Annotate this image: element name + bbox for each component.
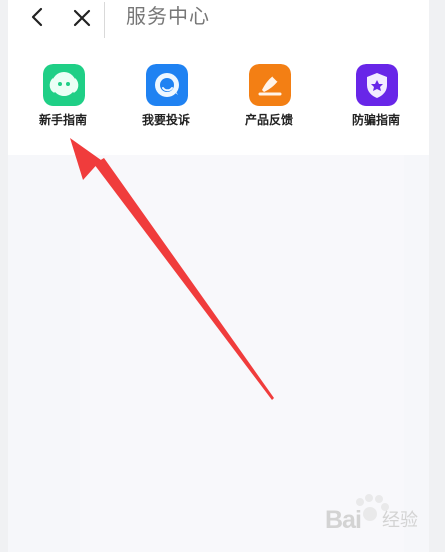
anti-fraud-guide-button[interactable]: 防骗指南 [328, 64, 424, 134]
newbie-guide-label: 新手指南 [38, 113, 87, 127]
title-divider [104, 2, 105, 38]
service-center-screen: 服务中心 新手指南 我要投诉 产品反馈 防骗指南 Bai 经验 [0, 0, 445, 552]
screen-left-edge [0, 0, 8, 552]
back-button[interactable] [24, 4, 52, 32]
chevron-left-icon [31, 7, 43, 27]
newbie-guide-icon [43, 64, 85, 106]
close-button[interactable] [68, 4, 96, 32]
feedback-icon [249, 64, 291, 106]
watermark-suffix: 经验 [382, 510, 418, 531]
top-navigation-bar: 服务中心 [8, 0, 429, 42]
anti-fraud-guide-label: 防骗指南 [351, 113, 400, 127]
newbie-guide-button[interactable]: 新手指南 [15, 64, 111, 134]
newbie-guide-icon-graphic [43, 64, 85, 106]
complaint-icon [146, 64, 188, 106]
complaint-label: 我要投诉 [141, 113, 190, 127]
service-shortcuts-panel: 新手指南 我要投诉 产品反馈 防骗指南 [8, 42, 429, 155]
shield-icon [356, 64, 398, 106]
product-feedback-button[interactable]: 产品反馈 [221, 64, 317, 134]
close-icon [73, 9, 91, 27]
screen-right-edge [429, 0, 445, 552]
complaint-icon-graphic [146, 64, 188, 106]
product-feedback-label: 产品反馈 [244, 113, 293, 127]
anti-fraud-guide-icon [356, 64, 398, 106]
watermark-brand: Bai [325, 506, 362, 534]
complaint-button[interactable]: 我要投诉 [118, 64, 214, 134]
page-title: 服务中心 [126, 4, 210, 28]
feedback-icon-graphic [249, 64, 291, 106]
